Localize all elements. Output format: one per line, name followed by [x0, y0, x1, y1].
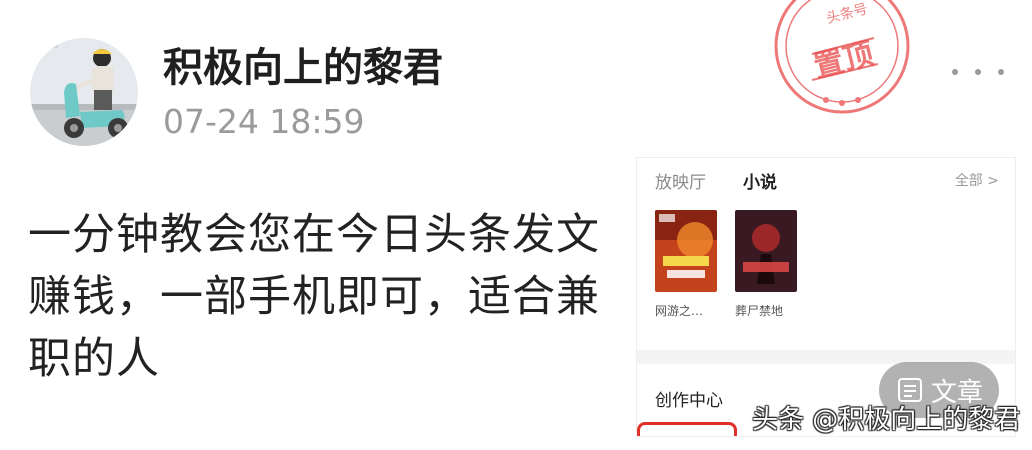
thumb-tab-bar: 放映厅 小说 全部 >	[655, 162, 1005, 196]
watermark: 头条 @积极向上的黎君	[752, 405, 1021, 435]
book-title: 葬尸禁地	[735, 304, 784, 318]
pinned-stamp-label: 置顶	[810, 37, 877, 85]
avatar[interactable]	[30, 38, 138, 146]
avatar-scooter-image	[30, 38, 138, 146]
thumb-red-outline	[637, 422, 737, 436]
pinned-stamp-top: 头条号	[824, 0, 869, 27]
pinned-stamp-icon: 头条号 置顶	[774, 0, 910, 114]
more-dots-icon	[975, 69, 981, 75]
thumb-section-title: 创作中心	[655, 391, 723, 411]
pinned-stamp: 头条号 置顶	[768, 0, 916, 120]
post-time: 07-24 18:59	[163, 102, 365, 141]
more-dots-icon	[998, 69, 1004, 75]
thumb-all-link: 全部 >	[954, 173, 999, 189]
more-dots-icon	[952, 69, 958, 75]
thumb-tab-cinema: 放映厅	[655, 173, 706, 193]
author-name[interactable]: 积极向上的黎君	[163, 40, 443, 96]
more-button[interactable]	[952, 58, 1004, 86]
thumb-tab-novel: 小说	[743, 173, 777, 193]
post-text[interactable]: 一分钟教会您在今日头条发文赚钱，一部手机即可，适合兼职的人	[28, 204, 618, 390]
book-title: 网游之…	[655, 304, 704, 318]
book-card: 葬尸禁地	[735, 210, 799, 319]
book-card: 网游之…	[655, 210, 719, 319]
book-cover-image	[735, 210, 797, 292]
book-cover-image	[655, 210, 717, 292]
